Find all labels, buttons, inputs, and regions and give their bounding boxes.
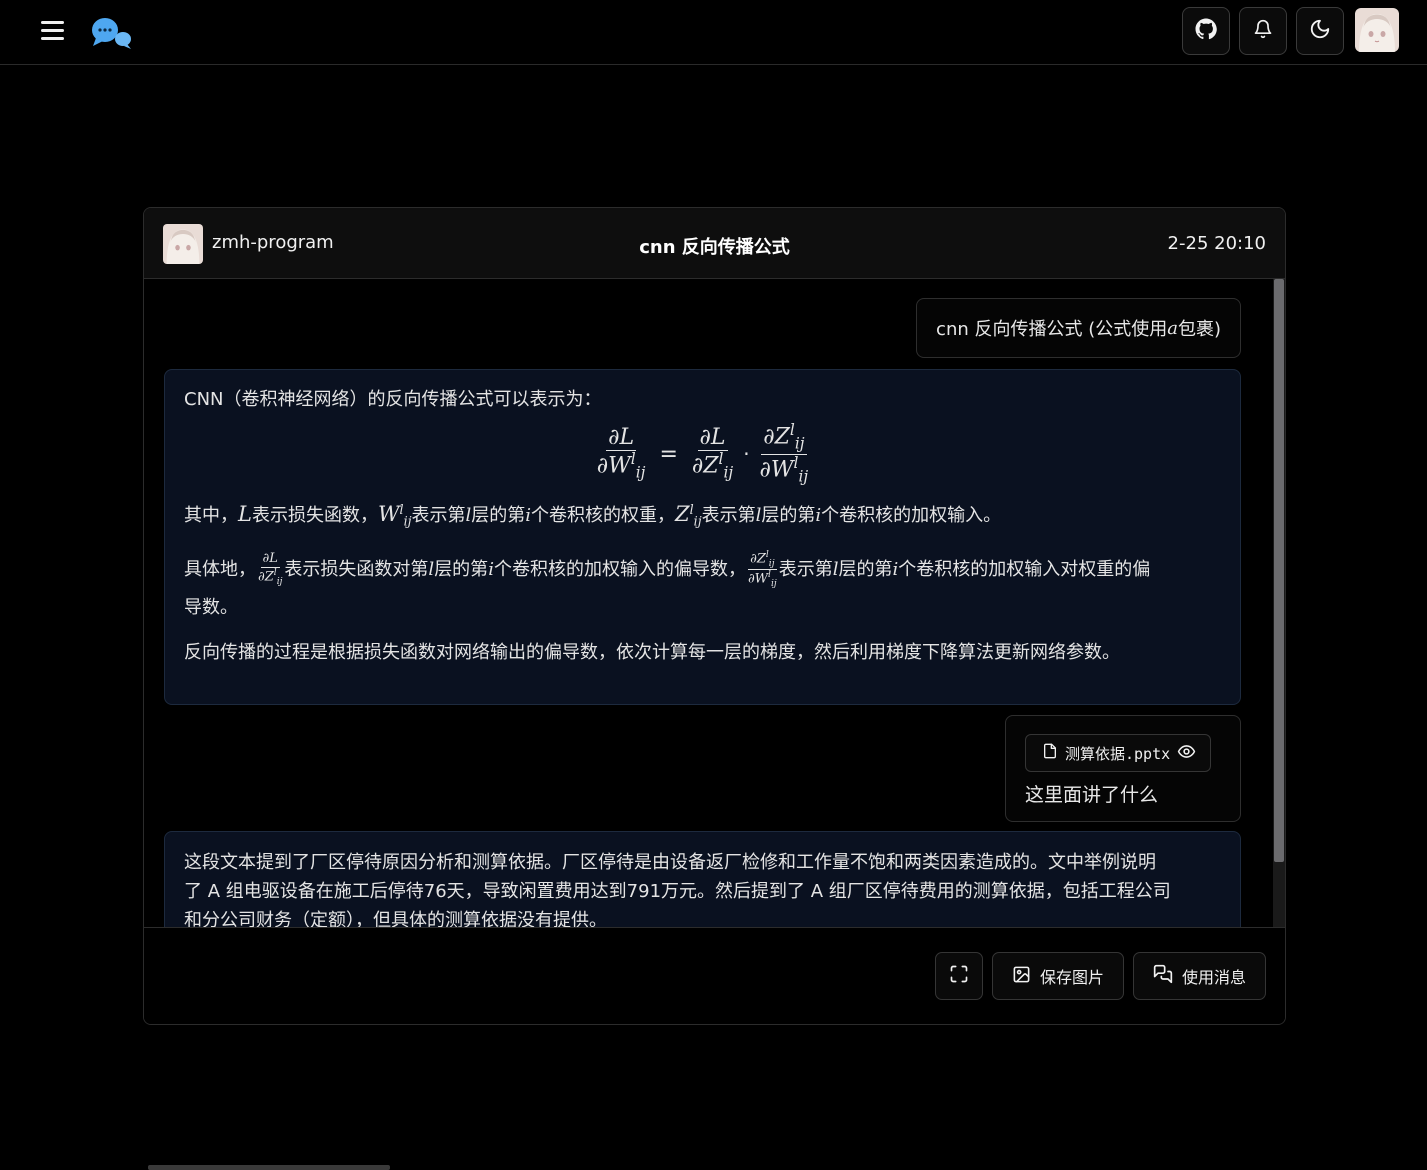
user-message-text: 包裹) xyxy=(1177,319,1221,340)
message-paragraph: CNN（卷积神经网络）的反向传播公式可以表示为： xyxy=(184,389,602,410)
user-message: cnn 反向传播公式 (公式使用 a 包裹) xyxy=(916,298,1241,358)
numerator: ∂L xyxy=(606,425,637,452)
moon-icon xyxy=(1309,18,1331,44)
user-avatar[interactable] xyxy=(1355,8,1399,52)
theme-toggle-button[interactable] xyxy=(1296,7,1344,55)
message-paragraph: 反向传播的过程是根据损失函数对网络输出的偏导数，依次计算每一层的梯度，然后利用梯… xyxy=(184,642,1120,664)
subscript: ij xyxy=(794,434,805,453)
assistant-message: CNN（卷积神经网络）的反向传播公式可以表示为： ∂L ∂Wlij = ∂L ∂… xyxy=(164,369,1241,705)
math-var: a xyxy=(1167,317,1178,339)
file-icon xyxy=(1042,742,1058,764)
bell-icon xyxy=(1253,19,1273,43)
messages-icon xyxy=(1153,964,1173,988)
card-footer: 保存图片 使用消息 xyxy=(144,927,1285,1024)
fraction: ∂Zlij ∂Wlij xyxy=(747,549,777,589)
denominator: ∂W xyxy=(596,453,631,479)
equals-sign: = xyxy=(659,441,678,467)
denominator: ∂Z xyxy=(691,453,719,479)
menu-icon[interactable] xyxy=(38,16,68,46)
numerator: ∂Z xyxy=(763,424,790,450)
attachment-chip[interactable]: 测算依据.pptx xyxy=(1025,734,1212,772)
subscript: ij xyxy=(798,467,809,486)
formula-block: ∂L ∂Wlij = ∂L ∂Zlij · ∂Zlij ∂Wlij xyxy=(184,418,1221,490)
card-header: zmh-program cnn 反向传播公式 2-25 20:10 xyxy=(144,208,1285,279)
chat-scrollbar[interactable] xyxy=(1273,279,1285,927)
fraction: ∂L ∂Wlij xyxy=(595,425,648,483)
scrollbar-thumb[interactable] xyxy=(1274,279,1284,862)
assistant-message: 这段文本提到了厂区停待原因分析和测算依据。厂区停待是由设备返厂检修和工作量不饱和… xyxy=(164,831,1241,927)
eye-icon[interactable] xyxy=(1177,742,1196,765)
message-paragraph: 其中，L表示损失函数，Wlij表示第l层的第i个卷积核的权重，Zlij表示第l层… xyxy=(184,502,1002,529)
message-paragraph: 了 A 组电驱设备在施工后停待76天，导致闲置费用达到791万元。然后提到了 A… xyxy=(184,881,1171,902)
user-message: 测算依据.pptx 这里面讲了什么 xyxy=(1005,715,1241,822)
message-paragraph: 具体地， ∂L ∂Zlij 表示损失函数对第l层的第i个卷积核的加权输入的偏导数， ∂Z… xyxy=(184,549,1151,619)
message-paragraph: 和分公司财务（定额），但具体的测算依据没有提供。 xyxy=(184,910,607,927)
conversation-time: 2-25 20:10 xyxy=(1167,233,1266,254)
user-message-text: 这里面讲了什么 xyxy=(1025,784,1159,806)
github-icon xyxy=(1194,17,1218,45)
expand-icon xyxy=(949,964,969,988)
top-bar xyxy=(0,0,1427,65)
fraction: ∂L ∂Zlij xyxy=(690,425,735,483)
use-message-label: 使用消息 xyxy=(1181,968,1246,987)
save-image-button[interactable]: 保存图片 xyxy=(991,952,1124,1000)
github-button[interactable] xyxy=(1182,7,1230,55)
notifications-button[interactable] xyxy=(1239,7,1287,55)
numerator: ∂L xyxy=(697,425,728,452)
user-message-text: cnn 反向传播公式 (公式使用 xyxy=(936,319,1168,340)
chat-bubbles-logo[interactable] xyxy=(90,14,134,50)
subscript: ij xyxy=(635,464,646,483)
use-message-button[interactable]: 使用消息 xyxy=(1132,952,1266,1000)
fraction: ∂Zlij ∂Wlij xyxy=(758,421,811,486)
save-image-label: 保存图片 xyxy=(1039,968,1104,987)
share-card: zmh-program cnn 反向传播公式 2-25 20:10 cnn 反向… xyxy=(143,207,1286,1025)
denominator: ∂W xyxy=(759,456,794,482)
attachment-name: 测算依据.pptx xyxy=(1065,744,1171,763)
page-horizontal-scrollbar[interactable] xyxy=(148,1165,390,1170)
message-paragraph: 这段文本提到了厂区停待原因分析和测算依据。厂区停待是由设备返厂检修和工作量不饱和… xyxy=(184,852,1156,873)
chat-area[interactable]: cnn 反向传播公式 (公式使用 a 包裹) CNN（卷积神经网络）的反向传播公… xyxy=(144,279,1273,927)
fullscreen-button[interactable] xyxy=(934,952,983,1000)
conversation-title: cnn 反向传播公式 xyxy=(639,237,790,258)
dot-operator: · xyxy=(743,442,750,466)
subscript: ij xyxy=(723,464,734,483)
image-icon xyxy=(1012,965,1031,988)
fraction: ∂L ∂Zlij xyxy=(258,550,283,587)
